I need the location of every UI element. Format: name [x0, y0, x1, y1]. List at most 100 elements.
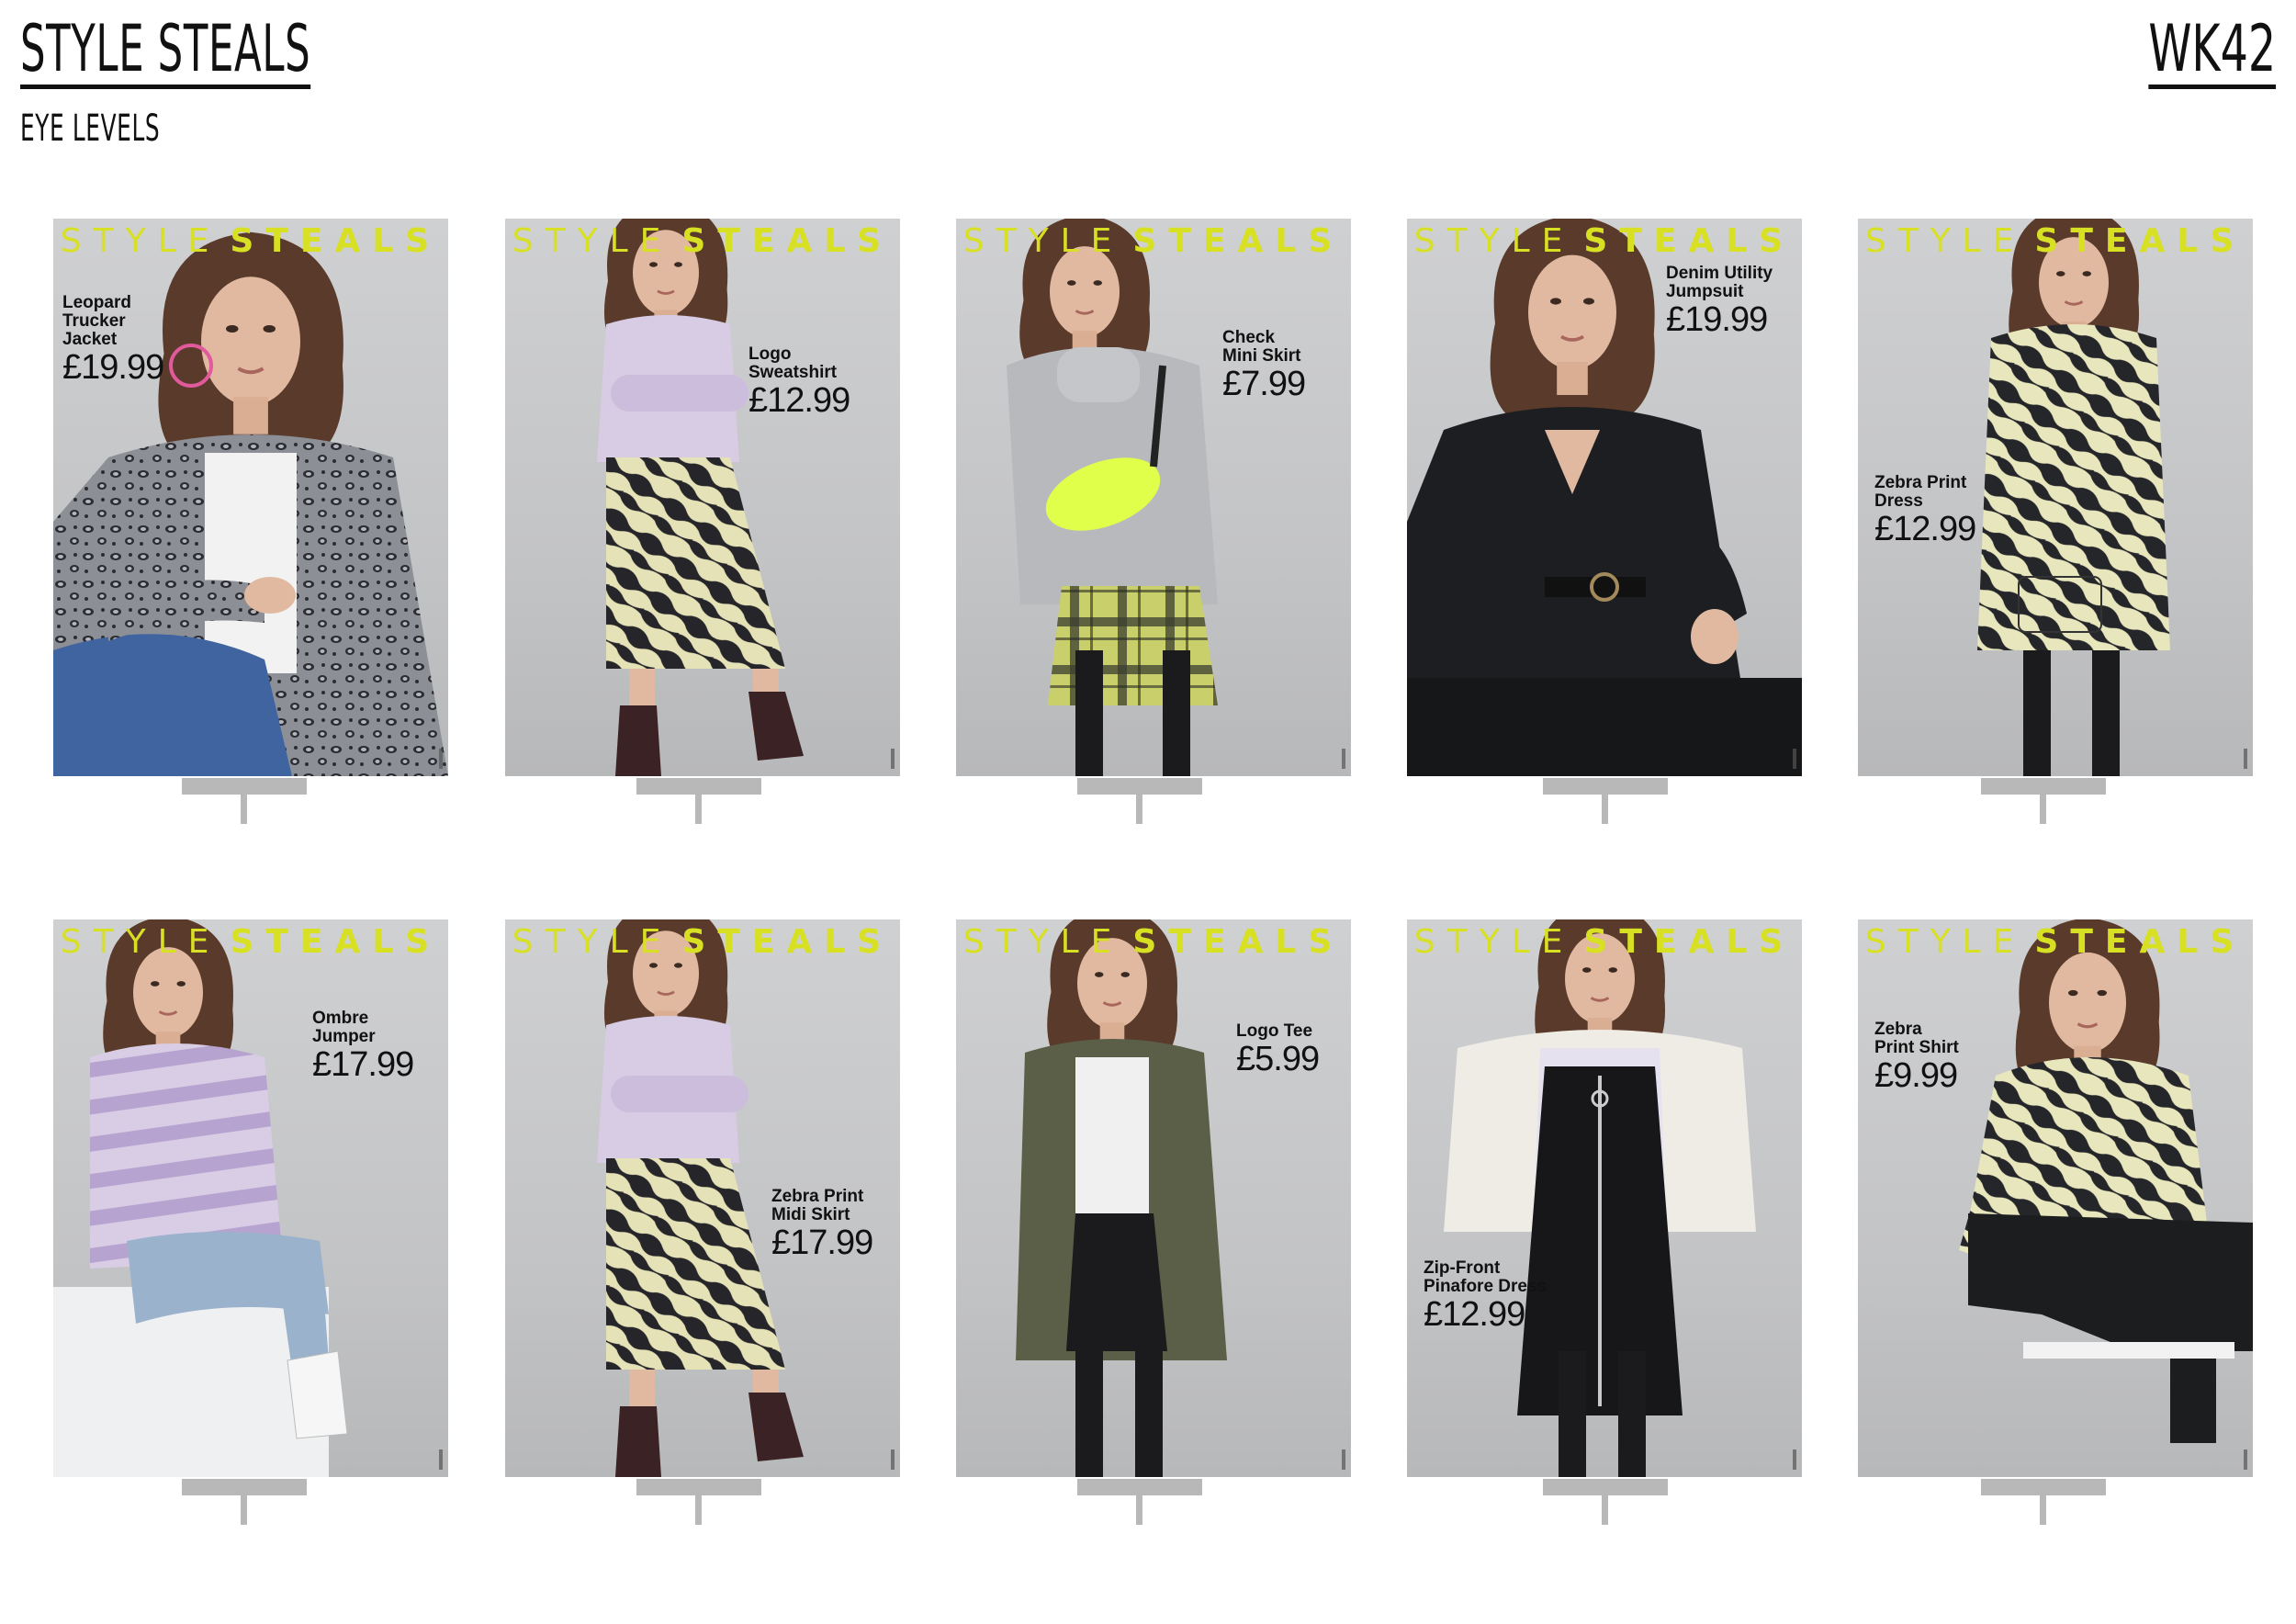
display-stand-post — [1602, 1495, 1608, 1525]
display-stand-bar — [636, 778, 761, 795]
fine-print — [1793, 749, 1796, 769]
display-stand-post — [2040, 1495, 2046, 1525]
poster-card: STYLE STEALS Zebra Print Dress £12.99 — [1858, 219, 2253, 776]
product-price: £19.99 — [1666, 300, 1768, 339]
fine-print — [1793, 1449, 1796, 1470]
brand-logo: STYLE STEALS — [505, 923, 900, 961]
poster-card: STYLE STEALS Zip-Front Pinafore Dress £12.9… — [1407, 919, 1802, 1477]
brand-logo: STYLE STEALS — [1858, 222, 2253, 260]
product-price: £12.99 — [1424, 1295, 1525, 1334]
brand-word-style: STYLE — [962, 222, 1124, 260]
display-stand-post — [2040, 795, 2046, 824]
display-stand-bar — [1981, 1479, 2106, 1495]
display-stand-bar — [1981, 778, 2106, 795]
brand-word-style: STYLE — [1864, 222, 2026, 260]
product-price: £7.99 — [1222, 365, 1306, 403]
product-price: £17.99 — [312, 1045, 414, 1084]
display-stand-post — [1602, 795, 1608, 824]
product-name: Leopard Trucker Jacket — [62, 293, 131, 349]
brand-logo: STYLE STEALS — [956, 923, 1351, 961]
model-photo — [505, 219, 900, 776]
fine-print — [439, 1449, 443, 1470]
product-name: Logo Tee — [1236, 1021, 1313, 1041]
brand-word-style: STYLE — [962, 923, 1124, 961]
product-name: Zip-Front Pinafore Dress — [1424, 1258, 1548, 1296]
model-photo — [1858, 919, 2253, 1477]
product-label: Zebra Print Shirt £9.99 — [1874, 1020, 1959, 1095]
product-price: £9.99 — [1874, 1056, 1958, 1095]
fine-print — [2244, 1449, 2247, 1470]
product-label: Ombre Jumper £17.99 — [312, 1009, 414, 1084]
brand-word-steals: STEALS — [1132, 222, 1345, 260]
fine-print — [2244, 749, 2247, 769]
poster-card: STYLE STEALS Zebra Print Midi Skirt £17.99 — [505, 919, 900, 1477]
product-price: £17.99 — [771, 1224, 873, 1262]
brand-word-style: STYLE — [1413, 923, 1575, 961]
poster-card: STYLE STEALS Zebra Print Shirt £9.99 — [1858, 919, 2253, 1477]
display-stand-bar — [182, 1479, 307, 1495]
product-label: Logo Tee £5.99 — [1236, 1021, 1320, 1078]
product-label: Zebra Print Dress £12.99 — [1874, 474, 1976, 548]
product-name: Logo Sweatshirt — [748, 344, 838, 382]
display-stand-bar — [1077, 1479, 1202, 1495]
week-label: WK42 — [2148, 17, 2276, 89]
product-label: Check Mini Skirt £7.99 — [1222, 328, 1306, 403]
model-photo — [1407, 919, 1802, 1477]
display-stand-bar — [1543, 1479, 1668, 1495]
model-photo — [956, 919, 1351, 1477]
display-stand-post — [241, 1495, 247, 1525]
product-name: Zebra Print Shirt — [1874, 1020, 1959, 1057]
product-name: Ombre Jumper — [312, 1009, 376, 1046]
fine-print — [439, 749, 443, 769]
brand-word-style: STYLE — [60, 222, 221, 260]
product-name: Check Mini Skirt — [1222, 328, 1301, 366]
brand-logo: STYLE STEALS — [505, 222, 900, 260]
brand-word-steals: STEALS — [1583, 222, 1795, 260]
brand-word-steals: STEALS — [681, 222, 894, 260]
brand-logo: STYLE STEALS — [1407, 923, 1802, 961]
poster-card: STYLE STEALS Leopard Trucker Jacket £19.99 — [53, 219, 448, 776]
brand-word-style: STYLE — [512, 923, 673, 961]
brand-word-steals: STEALS — [230, 222, 442, 260]
brand-word-style: STYLE — [512, 222, 673, 260]
header-subtitle: EYE LEVELS — [20, 107, 161, 150]
product-name: Denim Utility Jumpsuit — [1666, 264, 1773, 301]
display-stand-bar — [636, 1479, 761, 1495]
brand-logo: STYLE STEALS — [53, 222, 448, 260]
model-photo — [956, 219, 1351, 776]
poster-card: STYLE STEALS Ombre Jumper £17.99 — [53, 919, 448, 1477]
brand-word-style: STYLE — [1864, 923, 2026, 961]
poster-card: STYLE STEALS Denim Utility Jumpsuit £19.99 — [1407, 219, 1802, 776]
product-price: £5.99 — [1236, 1040, 1320, 1078]
product-price: £19.99 — [62, 348, 164, 387]
brand-word-steals: STEALS — [681, 923, 894, 961]
display-stand-bar — [1543, 778, 1668, 795]
product-label: Zip-Front Pinafore Dress £12.99 — [1424, 1258, 1548, 1334]
fine-print — [891, 1449, 895, 1470]
brand-word-steals: STEALS — [2034, 222, 2246, 260]
brand-word-steals: STEALS — [1583, 923, 1795, 961]
display-stand-bar — [182, 778, 307, 795]
poster-card: STYLE STEALS Logo Tee £5.99 — [956, 919, 1351, 1477]
poster-card: STYLE STEALS Logo Sweatshirt £12.99 — [505, 219, 900, 776]
display-stand-post — [241, 795, 247, 824]
brand-logo: STYLE STEALS — [956, 222, 1351, 260]
brand-word-style: STYLE — [1413, 222, 1575, 260]
product-label: Zebra Print Midi Skirt £17.99 — [771, 1188, 873, 1262]
model-photo — [53, 919, 448, 1477]
product-label: Leopard Trucker Jacket £19.99 — [62, 293, 164, 387]
display-stand-post — [695, 795, 702, 824]
display-stand-post — [1136, 795, 1142, 824]
poster-card: STYLE STEALS Check Mini Skirt £7.99 — [956, 219, 1351, 776]
header-title: STYLE STEALS — [20, 17, 311, 89]
fine-print — [1342, 749, 1345, 769]
fine-print — [891, 749, 895, 769]
brand-logo: STYLE STEALS — [1407, 222, 1802, 260]
product-price: £12.99 — [1874, 510, 1976, 548]
product-price: £12.99 — [748, 381, 850, 420]
product-label: Denim Utility Jumpsuit £19.99 — [1666, 264, 1773, 339]
display-stand-post — [1136, 1495, 1142, 1525]
display-stand-bar — [1077, 778, 1202, 795]
brand-logo: STYLE STEALS — [53, 923, 448, 961]
brand-word-style: STYLE — [60, 923, 221, 961]
